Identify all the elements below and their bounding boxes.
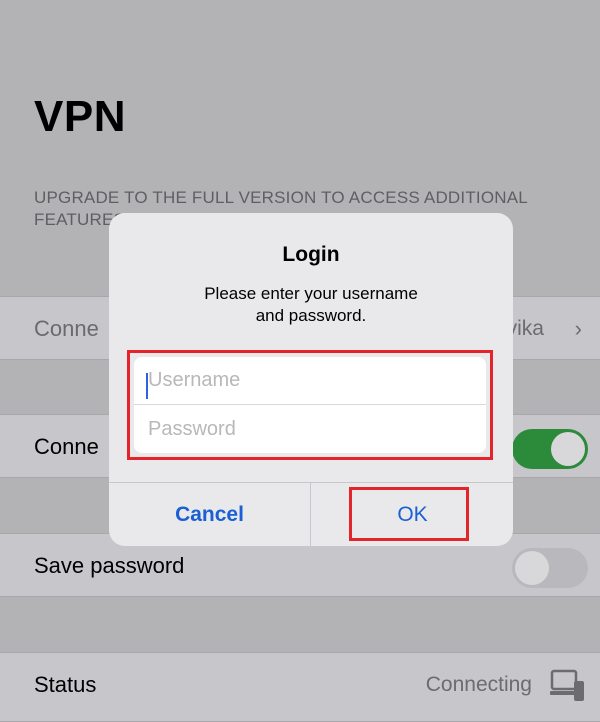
ok-highlight xyxy=(349,487,469,541)
status-row: Status Connecting xyxy=(0,652,600,722)
credentials-fields xyxy=(134,357,486,453)
chevron-right-icon: › xyxy=(574,316,582,341)
connect-label: Conne xyxy=(34,434,99,459)
network-computer-icon xyxy=(550,669,584,701)
connection-label: Conne xyxy=(34,316,99,341)
dialog-title: Login xyxy=(282,243,340,266)
toggle-knob xyxy=(551,432,585,466)
login-dialog: Login Please enter your username and pas… xyxy=(109,213,513,546)
password-input[interactable] xyxy=(134,405,486,453)
username-input[interactable] xyxy=(134,357,486,405)
toggle-knob xyxy=(515,551,549,585)
text-cursor xyxy=(146,373,148,399)
credentials-highlight xyxy=(127,350,493,460)
connect-toggle[interactable] xyxy=(512,429,588,469)
dialog-message: Please enter your username and password. xyxy=(204,284,418,325)
status-label: Status xyxy=(34,672,97,697)
save-password-toggle[interactable] xyxy=(512,548,588,588)
status-value: Connecting xyxy=(425,673,532,696)
cancel-button[interactable]: Cancel xyxy=(109,483,311,546)
page-title: VPN xyxy=(34,92,126,141)
